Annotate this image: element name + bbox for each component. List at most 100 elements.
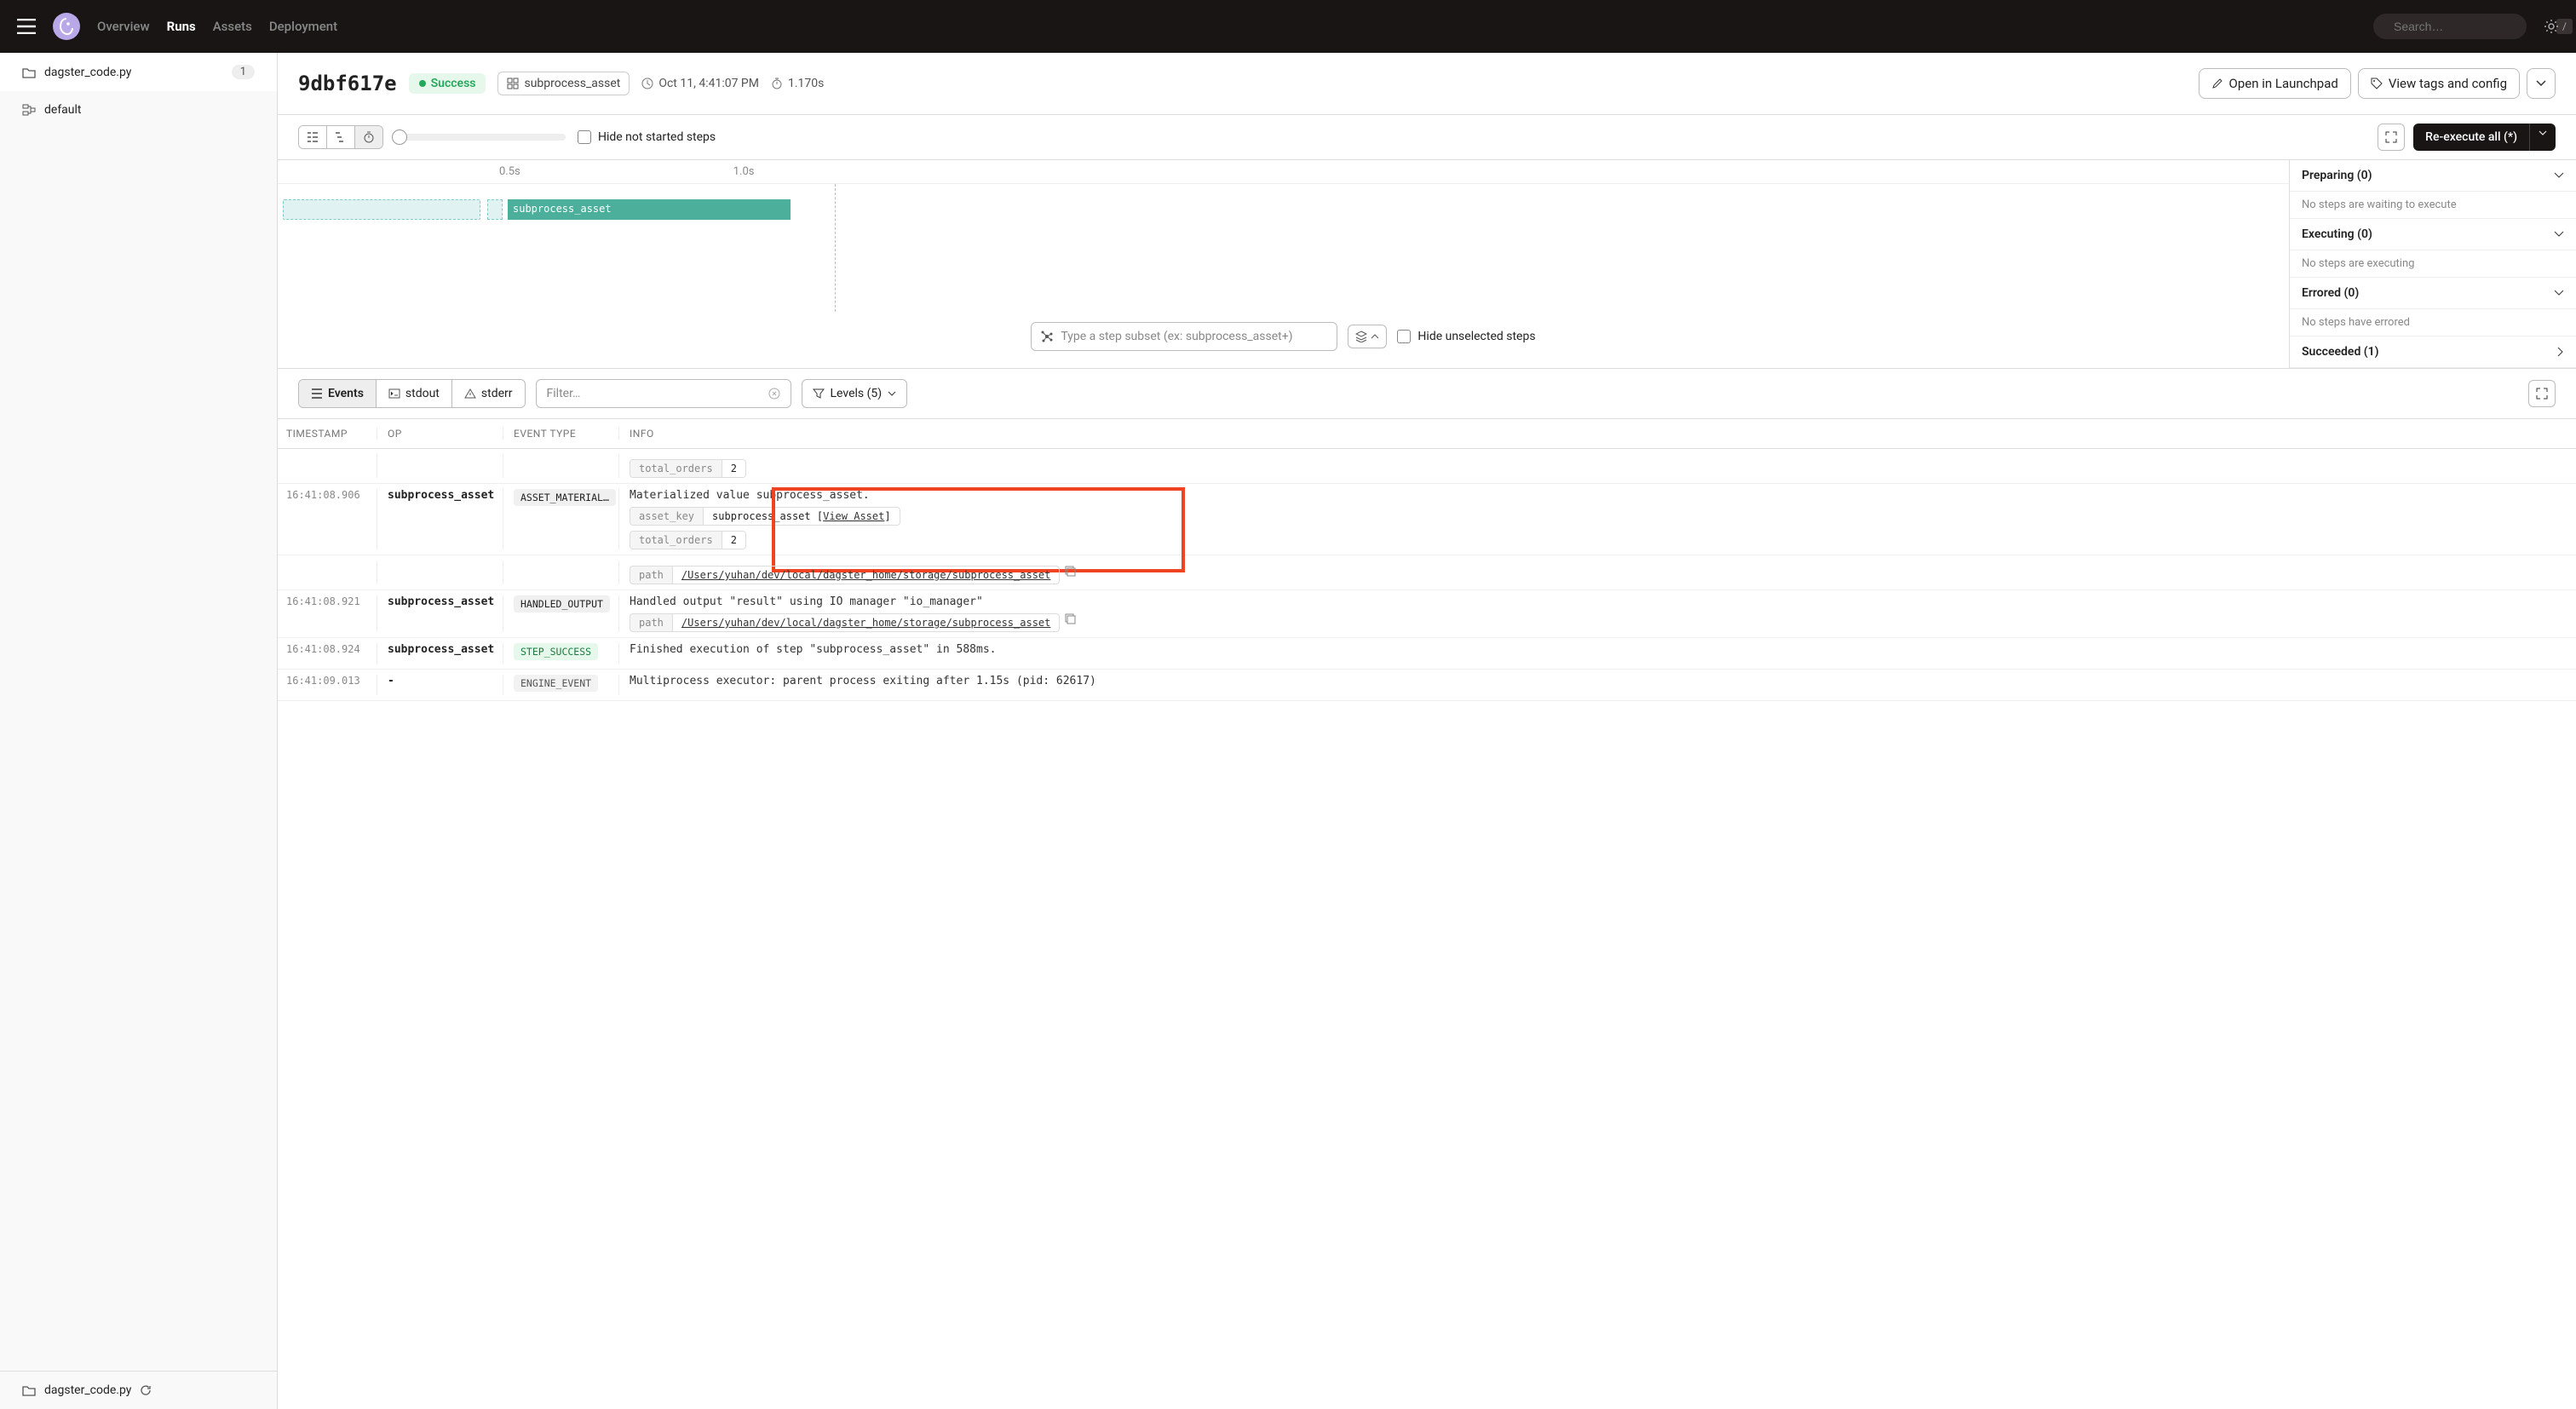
path-link[interactable]: /Users/yuhan/dev/local/dagster_home/stor… <box>681 617 1050 629</box>
view-waterfall-button[interactable] <box>327 126 355 148</box>
meta-val: /Users/yuhan/dev/local/dagster_home/stor… <box>673 613 1060 632</box>
event-type: ASSET_MATERIALIZAT… <box>503 489 618 549</box>
col-info-header: INFO <box>618 428 2576 440</box>
meta-key: total_orders <box>630 531 722 549</box>
search-box[interactable]: / <box>2373 14 2527 39</box>
search-input[interactable] <box>2394 20 2548 33</box>
asset-chip[interactable]: subprocess_asset <box>497 72 630 95</box>
status-errored-msg: No steps have errored <box>2290 309 2576 336</box>
event-timestamp: 16:41:09.013 <box>278 675 377 695</box>
gantt-exec-bar[interactable]: subprocess_asset <box>508 199 791 220</box>
view-tags-button[interactable]: View tags and config <box>2358 68 2520 99</box>
event-op: subprocess_asset <box>377 595 503 632</box>
reexecute-button[interactable]: Re-execute all (*) <box>2413 124 2529 151</box>
event-info: path/Users/yuhan/dev/local/dagster_home/… <box>618 561 2576 584</box>
view-asset-link[interactable]: View Asset <box>823 510 884 522</box>
run-id: 9dbf617e <box>298 72 397 95</box>
path-link[interactable]: /Users/yuhan/dev/local/dagster_home/stor… <box>681 569 1050 581</box>
event-info: Finished execution of step "subprocess_a… <box>618 643 2576 664</box>
status-executing-msg: No steps are executing <box>2290 250 2576 278</box>
run-menu-button[interactable] <box>2527 68 2556 99</box>
meta-key: path <box>630 566 673 584</box>
tab-stdout[interactable]: stdout <box>377 380 452 407</box>
event-row[interactable]: path/Users/yuhan/dev/local/dagster_home/… <box>278 555 2576 590</box>
clear-icon[interactable] <box>768 388 780 400</box>
status-errored[interactable]: Errored (0) <box>2290 278 2576 309</box>
gantt-chart[interactable]: subprocess_asset <box>278 184 2289 312</box>
status-text: Success <box>431 77 476 90</box>
view-timed-button[interactable] <box>355 126 382 148</box>
slider-knob[interactable] <box>392 129 407 145</box>
gantt-time-axis: 0.5s 1.0s <box>278 160 2289 184</box>
event-op <box>377 561 503 584</box>
hide-unselected-checkbox[interactable]: Hide unselected steps <box>1397 330 1535 343</box>
asset-chip-label: subprocess_asset <box>524 77 620 90</box>
step-subset-input[interactable]: Type a step subset (ex: subprocess_asset… <box>1031 322 1337 351</box>
status-preparing[interactable]: Preparing (0) <box>2290 160 2576 192</box>
status-executing[interactable]: Executing (0) <box>2290 219 2576 250</box>
app-logo <box>53 13 80 40</box>
meta-row: total_orders2 <box>630 531 2576 549</box>
tab-events[interactable]: Events <box>299 380 377 407</box>
warning-icon <box>464 388 476 399</box>
event-info: Materialized value subprocess_asset.asse… <box>618 489 2576 549</box>
event-row[interactable]: 16:41:09.013-ENGINE_EVENTMultiprocess ex… <box>278 670 2576 701</box>
tab-stderr[interactable]: stderr <box>452 380 525 407</box>
meta-row: asset_keysubprocess_asset [View Asset] <box>630 507 2576 526</box>
event-op <box>377 454 503 478</box>
meta-val: 2 <box>722 459 746 478</box>
gear-icon[interactable] <box>2544 19 2559 34</box>
status-dot-icon <box>419 80 426 87</box>
event-type <box>503 454 618 478</box>
event-row[interactable]: 16:41:08.924subprocess_assetSTEP_SUCCESS… <box>278 638 2576 670</box>
sidebar-footer-label: dagster_code.py <box>44 1383 131 1397</box>
meta-row: total_orders2 <box>630 459 2576 478</box>
nav-assets[interactable]: Assets <box>213 19 252 34</box>
events-filter-input[interactable]: Filter… <box>536 379 791 408</box>
event-op: subprocess_asset <box>377 643 503 664</box>
expand-gantt-button[interactable] <box>2378 124 2405 151</box>
event-op: subprocess_asset <box>377 489 503 549</box>
nav-deployment[interactable]: Deployment <box>269 19 337 34</box>
graph-icon <box>1040 330 1054 343</box>
menu-icon[interactable] <box>17 19 36 34</box>
status-succeeded[interactable]: Succeeded (1) <box>2290 336 2576 368</box>
open-launchpad-button[interactable]: Open in Launchpad <box>2199 68 2351 99</box>
chevron-down-icon <box>888 391 896 396</box>
meta-val: 2 <box>722 531 746 549</box>
event-row[interactable]: total_orders2 <box>278 449 2576 484</box>
reexecute-menu-button[interactable] <box>2529 124 2556 151</box>
sidebar-item-dagster-code[interactable]: dagster_code.py 1 <box>0 53 277 91</box>
event-row[interactable]: 16:41:08.921subprocess_assetHANDLED_OUTP… <box>278 590 2576 638</box>
grid-icon <box>507 78 519 89</box>
clock-icon <box>641 78 653 89</box>
copy-icon[interactable] <box>1065 613 1076 632</box>
event-timestamp <box>278 454 377 478</box>
refresh-icon[interactable] <box>140 1384 152 1396</box>
event-row[interactable]: 16:41:08.906subprocess_assetASSET_MATERI… <box>278 484 2576 555</box>
nav-runs[interactable]: Runs <box>167 19 196 34</box>
view-flat-button[interactable] <box>299 126 327 148</box>
sidebar-item-default[interactable]: default <box>0 91 277 129</box>
event-info: Handled output "result" using IO manager… <box>618 595 2576 632</box>
checkbox-icon <box>1397 330 1411 343</box>
status-badge: Success <box>409 73 486 94</box>
meta-row: path/Users/yuhan/dev/local/dagster_home/… <box>630 613 2576 632</box>
hide-not-started-checkbox[interactable]: Hide not started steps <box>578 130 716 144</box>
layers-button[interactable] <box>1348 325 1387 348</box>
chevron-down-icon <box>2554 231 2564 238</box>
layers-icon <box>1355 331 1367 342</box>
event-timestamp: 16:41:08.921 <box>278 595 377 632</box>
zoom-slider[interactable] <box>395 134 566 141</box>
event-type: HANDLED_OUTPUT <box>503 595 618 632</box>
copy-icon[interactable] <box>1065 566 1076 584</box>
event-timestamp <box>278 561 377 584</box>
stopwatch-icon <box>771 78 783 89</box>
expand-icon <box>2385 131 2397 143</box>
levels-filter-button[interactable]: Levels (5) <box>802 379 908 408</box>
nav-overview[interactable]: Overview <box>97 19 150 34</box>
sidebar-footer[interactable]: dagster_code.py <box>0 1371 277 1409</box>
expand-events-button[interactable] <box>2528 380 2556 407</box>
sidebar-item-label: default <box>44 103 82 117</box>
job-icon <box>22 104 36 116</box>
